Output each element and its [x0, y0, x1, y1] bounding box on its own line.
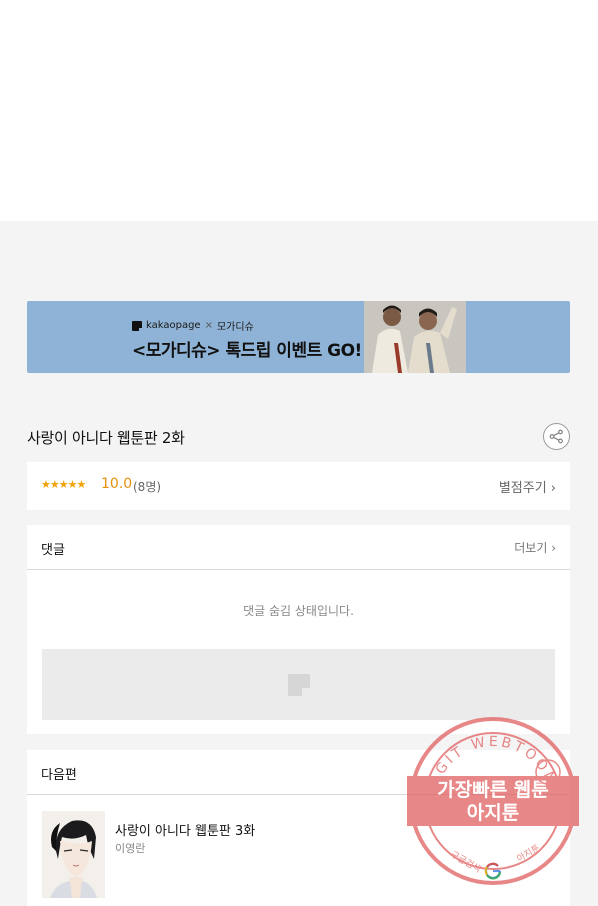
banner-logo-row: kakaopage × 모가디슈 [132, 318, 254, 333]
share-icon [549, 429, 563, 444]
rating-stars: ★★★★★ [41, 478, 86, 491]
next-episode-title[interactable]: 사랑이 아니다 웹툰판 3화 [115, 820, 255, 839]
share-button[interactable] [543, 423, 570, 450]
next-episode-thumbnail[interactable] [42, 811, 105, 898]
rate-button[interactable]: 별점주기 › [499, 477, 556, 496]
next-episode-heading: 다음편 [41, 768, 77, 783]
rating-card: ★★★★★ 10.0 (8명) 별점주기 › [27, 462, 570, 510]
comments-card: 댓글 더보기 › 댓글 숨김 상태입니다. [27, 525, 570, 734]
next-episode-header: 다음편 [27, 750, 570, 795]
banner-photo [364, 301, 466, 373]
comments-title: 댓글 [41, 543, 65, 558]
blank-header-area [0, 0, 598, 221]
banner-title: <모가디슈> 톡드립 이벤트 GO! [132, 341, 362, 361]
next-episode-card: 다음편 사랑이 아니다 웹툰판 3화 이영란 [27, 750, 570, 906]
next-episode-author: 이영란 [115, 842, 146, 855]
kakaopage-logo-icon [132, 320, 142, 331]
rating-count: (8명) [133, 480, 162, 494]
banner-partner: 모가디슈 [216, 322, 254, 333]
banner-brand: kakaopage [146, 320, 201, 331]
comments-hidden-message: 댓글 숨김 상태입니다. [243, 604, 354, 618]
rating-score: 10.0 [101, 476, 133, 492]
thumbnail-illustration [42, 811, 105, 898]
banner-cross: × [204, 320, 213, 331]
comments-more-link[interactable]: 더보기 › [514, 539, 556, 556]
ad-placeholder-icon [287, 673, 310, 696]
event-banner[interactable]: kakaopage × 모가디슈 <모가디슈> 톡드립 이벤트 GO! [27, 301, 570, 373]
comments-header: 댓글 더보기 › [27, 525, 570, 570]
episode-title: 사랑이 아니다 웹툰판 2화 [27, 429, 185, 447]
ad-placeholder[interactable] [42, 649, 555, 720]
